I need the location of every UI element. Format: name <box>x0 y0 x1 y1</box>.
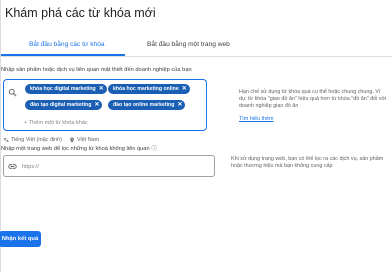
tab-start-with-website[interactable]: Bắt đầu bằng một trang web <box>147 41 230 48</box>
keyword-chip[interactable]: khóa học marketing online ✕ <box>108 84 190 94</box>
page-title: Khám phá các từ khóa mới <box>5 6 156 20</box>
website-filter-label-text: Nhập một trang web để lọc những từ khoá … <box>1 146 150 152</box>
add-keyword-link[interactable]: + Thêm một từ khóa khác <box>24 120 88 126</box>
keyword-chip[interactable]: đào tạo online marketing ✕ <box>108 100 186 110</box>
search-icon <box>8 88 17 97</box>
keywords-help-text: Hạn chế sử dụng từ khóa quá cụ thể hoặc … <box>239 89 387 109</box>
info-icon[interactable]: ⓘ <box>151 146 157 152</box>
website-filter-label: Nhập một trang web để lọc những từ khoá … <box>1 143 157 152</box>
keyword-input-box[interactable]: khóa học digital marketing ✕ khóa học ma… <box>3 79 207 131</box>
close-icon[interactable]: ✕ <box>94 100 99 110</box>
close-icon[interactable]: ✕ <box>182 84 187 94</box>
close-icon[interactable]: ✕ <box>177 100 182 110</box>
keyword-chip-label: đào tạo digital marketing <box>30 102 92 108</box>
website-url-field[interactable] <box>3 155 215 177</box>
keyword-chip-label: khóa học digital marketing <box>30 86 96 92</box>
tab-divider <box>1 56 392 57</box>
close-icon[interactable]: ✕ <box>99 84 104 94</box>
keyword-chip[interactable]: khóa học digital marketing ✕ <box>25 84 107 94</box>
website-url-input[interactable] <box>22 161 202 172</box>
tab-start-with-keywords[interactable]: Bắt đầu bằng các từ khóa <box>29 41 105 48</box>
website-help-text: Khi sử dụng trang web, bạn có thể lọc ra… <box>231 156 384 169</box>
get-results-button[interactable]: Nhận kết quả <box>0 231 41 247</box>
link-icon <box>8 164 17 169</box>
keyword-chip[interactable]: đào tạo digital marketing ✕ <box>25 100 103 110</box>
keyword-chip-label: khóa học marketing online <box>113 86 179 92</box>
keywords-label: Nhập sản phẩm hoặc dịch vụ liên quan mật… <box>1 67 192 73</box>
keyword-chip-label: đào tạo online marketing <box>113 102 175 108</box>
keyword-discovery-panel: Khám phá các từ khóa mới Bắt đầu bằng cá… <box>0 0 392 272</box>
learn-more-link[interactable]: Tìm hiểu thêm <box>239 116 273 122</box>
